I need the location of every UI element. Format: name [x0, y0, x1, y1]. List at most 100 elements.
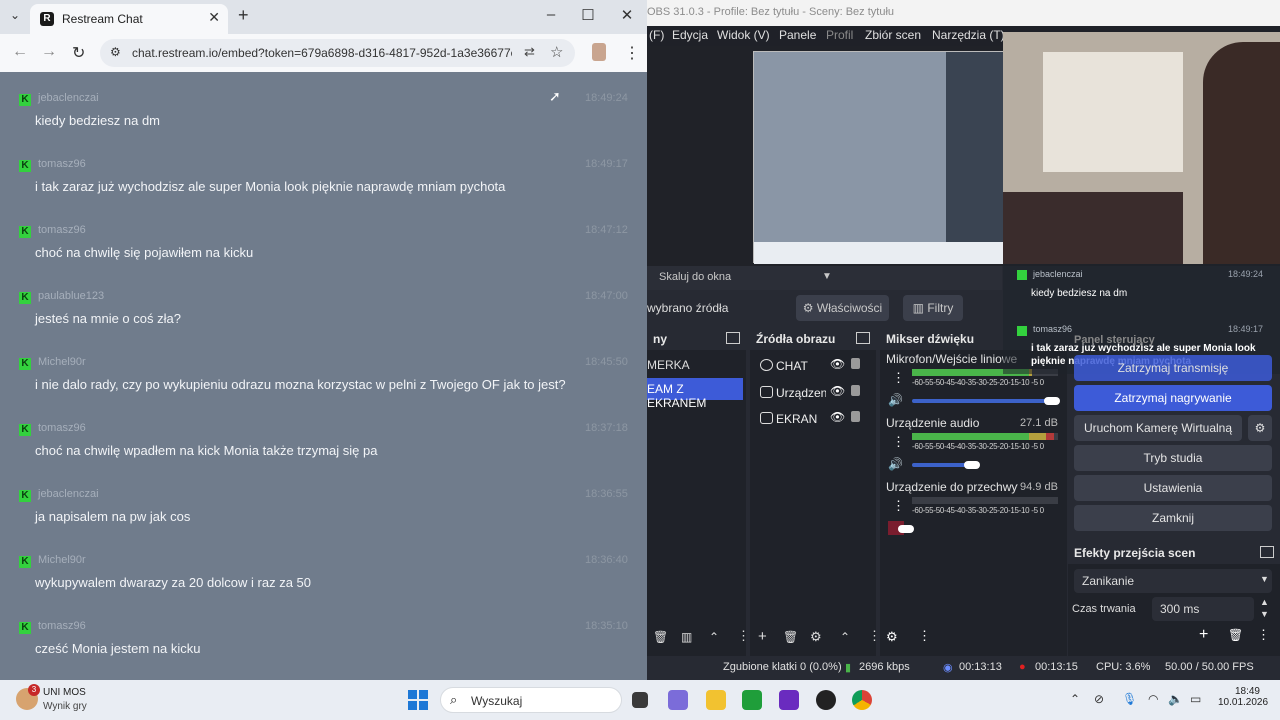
duration-input[interactable]: 300 ms: [1152, 597, 1254, 621]
clock[interactable]: 18:49 10.01.2026: [1218, 686, 1268, 708]
filter-icon[interactable]: ▥: [681, 630, 692, 644]
add-icon[interactable]: +: [1199, 626, 1208, 644]
widget-subtitle[interactable]: Wynik gry: [43, 701, 87, 712]
volume-slider[interactable]: [912, 399, 1058, 403]
lock-icon[interactable]: [851, 385, 860, 396]
chevron-up-icon[interactable]: ⌃: [840, 630, 850, 644]
tab-restream-chat[interactable]: R Restream Chat ✕: [30, 4, 228, 34]
advanced-audio-icon[interactable]: ⚙: [886, 629, 898, 645]
taskbar-search[interactable]: ⌕ Wyszukaj: [440, 687, 622, 713]
three-dots-icon[interactable]: ⋮: [624, 43, 640, 63]
meter-scale: -60-55-50-45-40-35-30-25-20-15-10 -5 0: [912, 378, 1044, 387]
undock-icon[interactable]: [726, 332, 740, 344]
undock-icon[interactable]: [1260, 546, 1274, 558]
extension-icon[interactable]: [592, 43, 606, 61]
lock-icon[interactable]: [851, 358, 860, 369]
start-virtual-camera-button[interactable]: Uruchom Kamerę Wirtualną: [1074, 415, 1242, 441]
menu-file[interactable]: (F): [649, 28, 664, 42]
menu-scene-collection[interactable]: Zbiór scen: [865, 28, 921, 42]
speaker-icon[interactable]: 🔈: [1168, 692, 1183, 706]
minimize-icon[interactable]: –: [541, 6, 561, 23]
site-info-icon[interactable]: ⚙: [110, 45, 121, 59]
trash-icon[interactable]: 🗑: [653, 630, 668, 644]
more-icon[interactable]: ⋮: [892, 498, 905, 514]
source-item-device[interactable]: Urządzenie 👁: [750, 380, 872, 406]
menu-profile[interactable]: Profil: [826, 28, 853, 42]
more-icon[interactable]: ⋮: [737, 628, 750, 644]
source-item-chat[interactable]: CHAT 👁: [750, 353, 872, 379]
stop-recording-button[interactable]: Zatrzymaj nagrywanie: [1074, 385, 1272, 411]
wifi-icon[interactable]: ◠: [1148, 692, 1158, 706]
virtual-camera-settings-icon[interactable]: ⚙: [1248, 415, 1272, 441]
xbox-icon[interactable]: [742, 690, 762, 710]
add-icon[interactable]: +: [758, 628, 767, 645]
teams-icon[interactable]: [668, 690, 688, 710]
lock-icon[interactable]: [851, 411, 860, 422]
chat-username: tomasz96: [38, 422, 86, 434]
gear-icon[interactable]: ⚙: [810, 629, 822, 645]
file-explorer-icon[interactable]: [706, 690, 726, 710]
chat-timestamp: 18:49:24: [585, 92, 628, 104]
maximize-icon[interactable]: ☐: [578, 6, 598, 24]
windows-start-icon[interactable]: [408, 690, 428, 710]
battery-icon[interactable]: ▭: [1190, 692, 1201, 706]
app-icon[interactable]: [779, 690, 799, 710]
task-view-icon[interactable]: [632, 692, 648, 708]
settings-button[interactable]: Ustawienia: [1074, 475, 1272, 501]
scene-item-kamera[interactable]: MERKA: [647, 354, 743, 376]
volume-knob[interactable]: [1044, 397, 1060, 405]
stop-streaming-button[interactable]: Zatrzymaj transmisję: [1074, 355, 1272, 381]
chat-timestamp: 18:47:12: [585, 224, 628, 236]
translate-icon[interactable]: ⇄: [524, 44, 535, 60]
scale-to-window-label[interactable]: Skaluj do okna: [659, 271, 731, 283]
chevron-down-icon[interactable]: ▼: [1260, 609, 1269, 619]
properties-button[interactable]: ⚙ Właściwości: [796, 295, 889, 321]
address-bar[interactable]: ⚙ chat.restream.io/embed?token=679a6898-…: [100, 39, 575, 67]
more-icon[interactable]: ⋮: [892, 434, 905, 450]
more-icon[interactable]: ⋮: [918, 628, 931, 644]
trash-icon[interactable]: 🗑: [1228, 628, 1243, 642]
studio-mode-button[interactable]: Tryb studia: [1074, 445, 1272, 471]
speaker-icon[interactable]: 🔊: [888, 457, 903, 471]
menu-view[interactable]: Widok (V): [717, 28, 770, 42]
widget-title[interactable]: UNI MOS: [43, 687, 86, 698]
windows-taskbar: 3 UNI MOS Wynik gry ⌕ Wyszukaj ⌃ ⊘ 🎙 ◠ 🔈…: [0, 680, 1280, 720]
microphone-icon[interactable]: 🎙: [1122, 692, 1137, 706]
volume-knob[interactable]: [898, 525, 914, 533]
chevron-up-icon[interactable]: ▲: [1260, 597, 1269, 607]
more-icon[interactable]: ⋮: [892, 370, 905, 386]
obs-preview[interactable]: [647, 32, 1280, 266]
source-item-screen[interactable]: EKRAN 👁: [750, 406, 872, 432]
filters-button[interactable]: ▥ Filtry: [903, 295, 963, 321]
undock-icon[interactable]: [856, 332, 870, 344]
tab-bar: ⌄ R Restream Chat ✕ + – ☐ ✕: [0, 0, 647, 34]
menu-docks[interactable]: Panele: [779, 28, 816, 42]
menu-tools[interactable]: Narzędzia (T): [932, 28, 1005, 42]
new-tab-icon[interactable]: +: [238, 5, 249, 26]
forward-icon[interactable]: →: [41, 43, 57, 61]
eye-icon[interactable]: 👁: [830, 384, 845, 398]
back-icon[interactable]: ←: [12, 43, 28, 61]
menu-edit[interactable]: Edycja: [672, 28, 708, 42]
close-window-icon[interactable]: ✕: [617, 6, 637, 24]
chevron-up-icon[interactable]: ⌃: [1070, 692, 1080, 706]
chrome-icon[interactable]: [852, 690, 872, 710]
transition-select[interactable]: Zanikanie ▼: [1074, 569, 1272, 593]
trash-icon[interactable]: 🗑: [783, 630, 798, 644]
close-tab-icon[interactable]: ✕: [208, 9, 220, 26]
reload-icon[interactable]: ↻: [72, 43, 85, 63]
bookmark-star-icon[interactable]: ☆: [550, 43, 563, 61]
exit-button[interactable]: Zamknij: [1074, 505, 1272, 531]
network-off-icon[interactable]: ⊘: [1094, 692, 1104, 706]
speaker-icon[interactable]: 🔊: [888, 393, 903, 407]
eye-icon[interactable]: 👁: [830, 357, 845, 371]
chevron-up-icon[interactable]: ⌃: [709, 630, 719, 644]
eye-icon[interactable]: 👁: [830, 410, 845, 424]
chevron-down-icon[interactable]: ▼: [822, 271, 832, 282]
tab-search-icon[interactable]: ⌄: [10, 8, 20, 22]
scene-item-stream[interactable]: EAM Z EKRANEM: [647, 378, 743, 410]
volume-knob[interactable]: [963, 461, 980, 469]
obs-icon[interactable]: [816, 690, 836, 710]
url-text[interactable]: chat.restream.io/embed?token=679a6898-d3…: [132, 46, 512, 60]
more-icon[interactable]: ⋮: [1257, 627, 1270, 643]
